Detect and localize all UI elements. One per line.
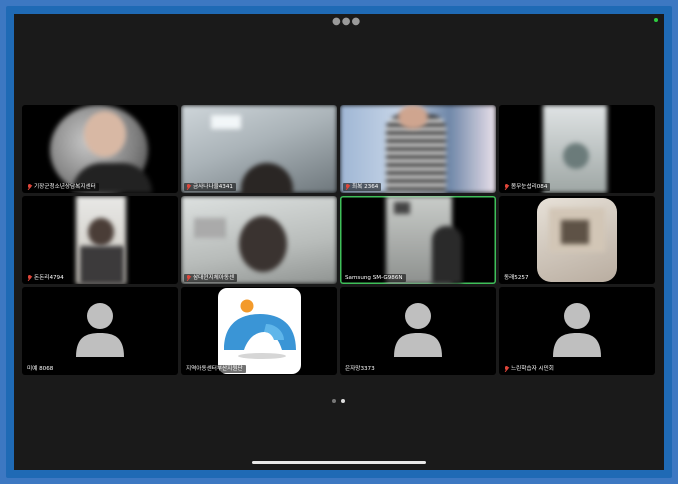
default-avatar-icon (394, 301, 442, 361)
participant-tile-active-speaker[interactable]: Samsung SM-G986N (340, 196, 496, 284)
participant-name: Samsung SM-G986N (345, 275, 403, 281)
mic-muted-icon (27, 184, 32, 190)
video-body (80, 246, 124, 284)
participant-tile[interactable]: 기장군청소년상담복지센터 (22, 105, 178, 193)
participant-name: 지역아동센터부산지원단 (186, 366, 243, 372)
mic-muted-icon (504, 366, 509, 372)
meeting-screen: ●●● 기장군청소년상담복지센터 금사나나율4341 최복 2364 몸무눈섭리… (14, 14, 664, 470)
participant-tile[interactable]: 동래5257 (499, 196, 655, 284)
more-options-icon[interactable]: ●●● (332, 17, 361, 27)
participant-name: 은자망3373 (345, 366, 375, 372)
connection-status-dot (654, 18, 658, 22)
mic-muted-icon (186, 184, 191, 190)
default-avatar-icon (553, 301, 601, 361)
participant-tile[interactable]: 금사나나율4341 (181, 105, 337, 193)
participant-name-label: 최복 2364 (343, 183, 382, 191)
video-face (84, 111, 126, 157)
participant-tile[interactable]: 몸무눈섭리084 (499, 105, 655, 193)
participant-name-label: 삼대현지체아동센 (184, 274, 238, 282)
ceiling-light (211, 115, 241, 129)
participant-name-label: 돈돈리4794 (25, 274, 67, 282)
profile-picture (537, 198, 617, 282)
participant-name-label: 금사나나율4341 (184, 183, 236, 191)
participant-tile[interactable]: 은자망3373 (340, 287, 496, 375)
participant-name-label: 느린학습자 시민회 (502, 365, 557, 373)
participant-name-label: 미예 8068 (25, 365, 57, 373)
participant-tile[interactable]: 삼대현지체아동센 (181, 196, 337, 284)
gallery-grid: 기장군청소년상담복지센터 금사나나율4341 최복 2364 몸무눈섭리084 … (22, 105, 656, 375)
ceiling-vent (195, 218, 225, 238)
participant-name-label: 기장군청소년상담복지센터 (25, 183, 99, 191)
wall-object (394, 202, 410, 214)
page-indicator[interactable] (332, 399, 345, 403)
video-face (239, 216, 287, 272)
participant-name: 최복 2364 (352, 184, 379, 190)
participant-name: 동래5257 (504, 275, 529, 281)
default-avatar-icon (76, 301, 124, 361)
participant-tile[interactable]: 돈돈리4794 (22, 196, 178, 284)
video-face (398, 105, 428, 129)
participant-name: 미예 8068 (27, 366, 54, 372)
mic-muted-icon (504, 184, 509, 190)
participant-tile[interactable]: 느린학습자 시민회 (499, 287, 655, 375)
participant-tile[interactable]: 최복 2364 (340, 105, 496, 193)
participant-name: 금사나나율4341 (193, 184, 233, 190)
video-face (563, 143, 589, 169)
participant-tile[interactable]: 지역아동센터부산지원단 (181, 287, 337, 375)
participant-name-label: 몸무눈섭리084 (502, 183, 551, 191)
participant-name-label: 지역아동센터부산지원단 (184, 365, 246, 373)
organization-logo-icon (224, 299, 296, 359)
participant-name: 느린학습자 시민회 (511, 366, 554, 372)
participant-name: 돈돈리4794 (34, 275, 64, 281)
video-body (432, 226, 462, 284)
participant-name: 몸무눈섭리084 (511, 184, 548, 190)
video-face (88, 218, 114, 246)
mic-muted-icon (186, 275, 191, 281)
participant-name-label: 은자망3373 (343, 365, 378, 373)
home-indicator-bar[interactable] (252, 461, 426, 464)
page-dot[interactable] (332, 399, 336, 403)
participant-name-label: Samsung SM-G986N (343, 274, 406, 282)
participant-tile[interactable]: 미예 8068 (22, 287, 178, 375)
profile-picture-detail (561, 220, 589, 244)
profile-picture (218, 288, 301, 374)
participant-name: 기장군청소년상담복지센터 (34, 184, 96, 190)
mic-muted-icon (345, 184, 350, 190)
participant-name-label: 동래5257 (502, 274, 532, 282)
page-dot-current[interactable] (341, 399, 345, 403)
mic-muted-icon (27, 275, 32, 281)
participant-name: 삼대현지체아동센 (193, 275, 235, 281)
